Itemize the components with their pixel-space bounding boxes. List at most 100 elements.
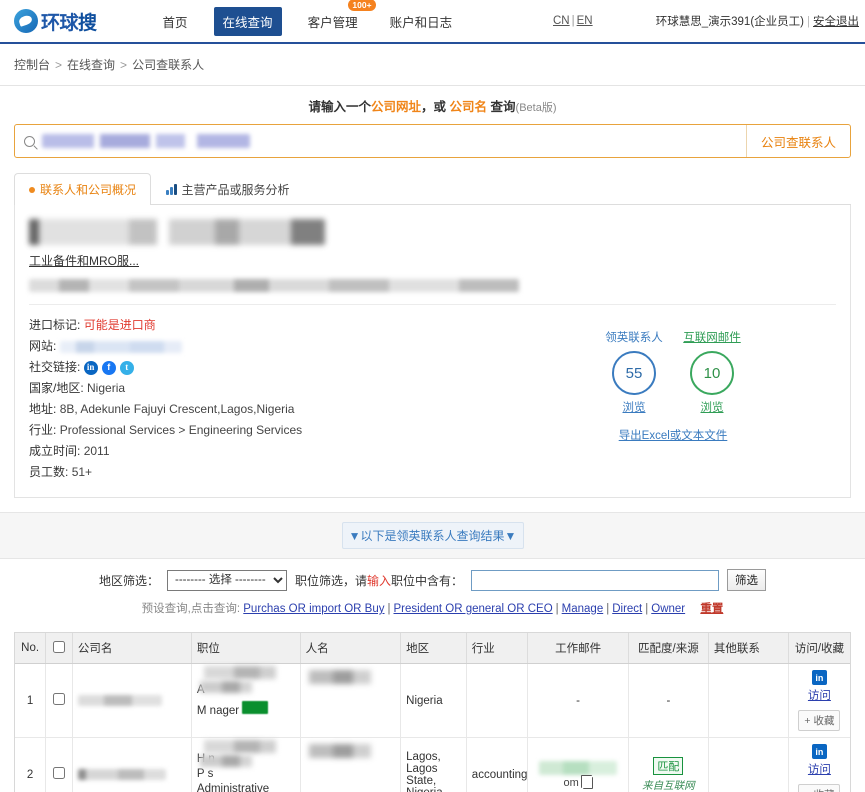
- export-excel-link[interactable]: 导出Excel或文本文件: [619, 427, 728, 443]
- row-title: H n P s Administrative: [191, 737, 301, 792]
- search-hint: 请输入一个公司网址，或 公司名 查询(Beta版): [0, 96, 865, 124]
- logo-text: 环球搜: [41, 12, 97, 34]
- view-email-link[interactable]: 浏览: [701, 402, 724, 414]
- tab-label-contacts: 联系人和公司概况: [40, 183, 137, 197]
- orange-dot-icon: [29, 186, 35, 193]
- nav-item-online-query[interactable]: 在线查询: [213, 6, 282, 36]
- column-header-select-all: [45, 633, 73, 664]
- tab-product-service-analysis[interactable]: 主营产品或服务分析: [151, 173, 305, 205]
- region-filter-select[interactable]: -------- 选择 --------: [166, 569, 287, 591]
- top-navigation-bar: 环球搜 首页 在线查询 客户管理 100+ 账户和日志 CN | EN 环球慧思_演示…: [0, 0, 865, 44]
- preset-pipe-4: |: [645, 603, 649, 615]
- account-divider: |: [807, 16, 810, 28]
- row-select-checkbox[interactable]: [53, 693, 66, 705]
- job-filter-label-b: 职位中含有：: [391, 573, 464, 588]
- breadcrumb-online-query[interactable]: 在线查询: [67, 58, 115, 72]
- row-work-email: om: [527, 737, 629, 792]
- title-blur-overlay-1: [203, 740, 276, 753]
- row-select-checkbox[interactable]: [53, 767, 66, 779]
- row-title-green-chip: [242, 700, 269, 714]
- row-match: -: [628, 663, 709, 738]
- column-header-visit-favorite: 访问/收藏: [788, 633, 850, 664]
- row-industry: accounting: [466, 737, 529, 792]
- row-work-email: -: [527, 663, 629, 738]
- results-banner[interactable]: ▼以下是领英联系人查询结果▼: [341, 522, 524, 549]
- tab-contacts-and-company-overview[interactable]: 联系人和公司概况: [14, 173, 152, 205]
- company-overview-card: 工业备件和MRO服... 进口标记: 可能是进口商 网站: 社交链接: in f…: [14, 205, 851, 498]
- facebook-icon[interactable]: f: [101, 360, 116, 375]
- linkedin-icon[interactable]: in: [811, 670, 827, 685]
- reset-filters-link[interactable]: 重置: [700, 603, 723, 615]
- preset-prefix-label: 预设查询,点击查询:: [141, 603, 241, 615]
- add-favorite-button[interactable]: + 收藏: [798, 710, 841, 731]
- column-header-other-contact: 其他联系: [708, 633, 789, 664]
- copy-icon[interactable]: [580, 774, 593, 789]
- nav-item-customer-management[interactable]: 客户管理 100+: [302, 0, 376, 35]
- site-logo[interactable]: 环球搜: [14, 8, 97, 35]
- preset-president[interactable]: President OR general OR CEO: [394, 603, 553, 615]
- row-title-line2: M nager: [196, 704, 240, 717]
- email-domain-visible: om: [563, 776, 579, 789]
- logout-link[interactable]: 安全退出: [813, 16, 859, 28]
- preset-purchase[interactable]: Purchas OR import OR Buy: [243, 603, 384, 615]
- stat-internet-email: 10 浏览: [680, 351, 744, 415]
- column-header-no: No.: [15, 633, 47, 664]
- email-domain-row: om: [563, 774, 593, 789]
- column-header-match-source: 匹配度/来源: [628, 633, 709, 664]
- linkedin-icon[interactable]: in: [811, 744, 827, 759]
- preset-query-row: 预设查询,点击查询: Purchas OR import OR Buy | Pres…: [0, 600, 865, 616]
- person-name-blur: [308, 744, 371, 758]
- region-filter-label: 地区筛选：: [98, 573, 159, 588]
- tab-bar: 联系人和公司概况 主营产品或服务分析: [14, 173, 851, 205]
- nav-item-home[interactable]: 首页: [157, 8, 194, 35]
- preset-owner[interactable]: Owner: [651, 603, 685, 615]
- notification-count-badge: 100+: [348, 0, 376, 11]
- lang-en-link[interactable]: EN: [577, 15, 593, 27]
- field-value-website-redacted[interactable]: [59, 340, 182, 353]
- results-divider-band: ▼以下是领英联系人查询结果▼: [0, 512, 865, 559]
- visit-link[interactable]: 访问: [794, 687, 845, 703]
- breadcrumb-console[interactable]: 控制台: [14, 58, 50, 72]
- job-filter-input[interactable]: [471, 569, 720, 591]
- field-label-social: 社交链接:: [29, 360, 81, 374]
- job-filter-label-highlight: 输入: [367, 573, 392, 588]
- row-select-cell: [45, 737, 73, 792]
- contacts-table-wrapper: No. 公司名 职位 人名 地区 行业 工作邮件 匹配度/来源 其他联系 访问/…: [14, 632, 851, 792]
- bar-chart-icon: [166, 184, 177, 195]
- field-label-website: 网站:: [29, 339, 57, 353]
- column-header-company: 公司名: [72, 633, 192, 664]
- main-nav-items: 首页 在线查询 客户管理 100+ 账户和日志: [157, 0, 459, 36]
- lang-cn-link[interactable]: CN: [553, 15, 570, 27]
- stat-circles: 55 浏览 10 浏览: [593, 351, 753, 415]
- select-all-checkbox[interactable]: [53, 640, 66, 653]
- preset-manage[interactable]: Manage: [562, 603, 604, 615]
- language-switcher: CN | EN: [553, 15, 593, 27]
- stat-value-linkedin: 55: [612, 351, 656, 395]
- search-input[interactable]: [15, 125, 746, 157]
- row-person-name-redacted: [300, 663, 402, 738]
- card-divider: [29, 304, 836, 305]
- field-value-import-flag: 可能是进口商: [83, 318, 156, 332]
- breadcrumb-separator-2: >: [120, 58, 128, 72]
- add-favorite-button[interactable]: + 收藏: [798, 784, 841, 792]
- nav-item-account-logs[interactable]: 账户和日志: [384, 8, 459, 35]
- title-blur-overlay-1: [203, 666, 276, 679]
- company-find-contacts-button[interactable]: 公司查联系人: [746, 125, 850, 157]
- twitter-icon[interactable]: t: [119, 360, 134, 375]
- visit-link[interactable]: 访问: [794, 761, 845, 777]
- linkedin-icon[interactable]: in: [83, 360, 98, 375]
- preset-direct[interactable]: Direct: [612, 603, 642, 615]
- column-header-region: 地区: [400, 633, 467, 664]
- field-label-country: 国家/地区:: [29, 381, 84, 395]
- search-hint-query: 查询: [490, 100, 516, 114]
- field-value-address: 8B, Adekunle Fajuyi Crescent,Lagos,Niger…: [59, 402, 295, 416]
- stat-label-linkedin: 领英联系人: [605, 332, 663, 344]
- field-value-industry: Professional Services > Engineering Serv…: [59, 423, 303, 437]
- company-description-redacted: [29, 279, 519, 292]
- row-other-contact: [708, 737, 789, 792]
- view-linkedin-link[interactable]: 浏览: [623, 402, 646, 414]
- email-cell-inner: om: [533, 760, 623, 789]
- company-subtitle[interactable]: 工业备件和MRO服...: [29, 252, 139, 269]
- apply-filter-button[interactable]: 筛选: [727, 569, 767, 591]
- stat-label-internet-email[interactable]: 互联网邮件: [680, 329, 744, 345]
